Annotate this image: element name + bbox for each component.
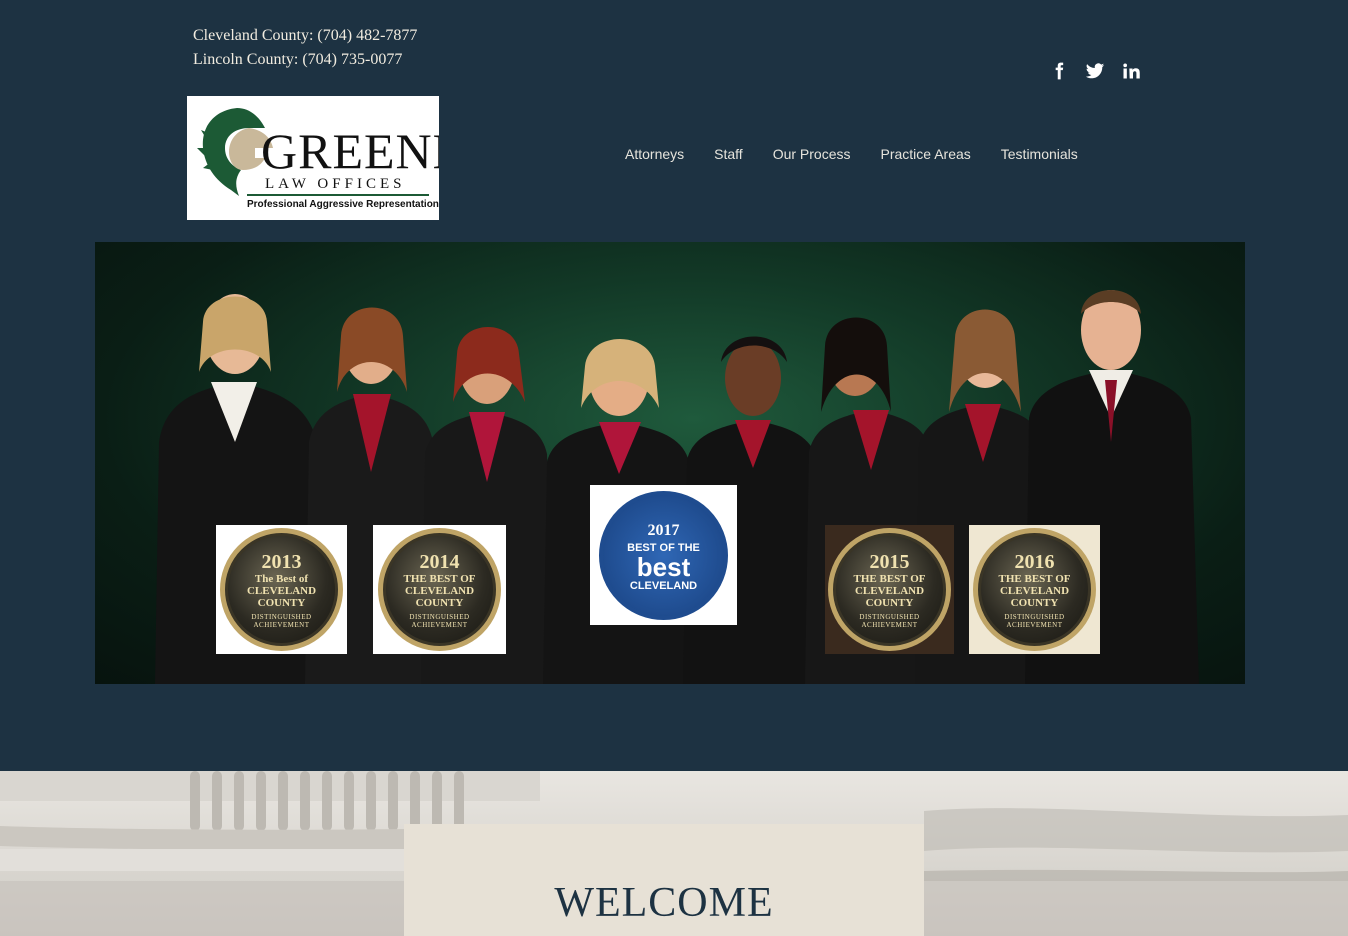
award-badge-2015: 2015 THE BEST OF CLEVELAND COUNTY DISTIN… [825,525,954,654]
social-links [1048,60,1142,82]
twitter-icon[interactable] [1084,60,1106,82]
welcome-panel: WELCOME [404,824,924,936]
logo-rule [247,194,429,196]
phone-numbers: Cleveland County: (704) 482-7877 Lincoln… [193,24,417,72]
facebook-icon[interactable] [1048,60,1070,82]
logo-tagline: Professional Aggressive Representation [247,199,439,210]
nav-testimonials[interactable]: Testimonials [986,144,1093,164]
nav-practice-areas[interactable]: Practice Areas [866,144,986,164]
logo-subtitle: LAW OFFICES [265,176,406,192]
welcome-heading: WELCOME [554,880,774,926]
logo-wordmark: GREENE [261,123,439,179]
site-logo[interactable]: GREENE LAW OFFICES Professional Aggressi… [187,96,439,220]
nav-staff[interactable]: Staff [699,144,758,164]
nav-attorneys[interactable]: Attorneys [610,144,699,164]
phone-cleveland: Cleveland County: (704) 482-7877 [193,27,418,44]
phone-lincoln: Lincoln County: (704) 735-0077 [193,51,403,68]
team-photo: 2013 The Best of CLEVELAND COUNTY DISTIN… [95,242,1245,684]
main-nav: Attorneys Staff Our Process Practice Are… [610,144,1093,164]
award-badge-2014: 2014 THE BEST OF CLEVELAND COUNTY DISTIN… [373,525,506,654]
nav-our-process[interactable]: Our Process [758,144,866,164]
award-badge-2013: 2013 The Best of CLEVELAND COUNTY DISTIN… [216,525,347,654]
linkedin-icon[interactable] [1120,60,1142,82]
award-badge-2016: 2016 THE BEST OF CLEVELAND COUNTY DISTIN… [969,525,1100,654]
award-badge-2017: 2017 BEST OF THE best CLEVELAND [590,485,737,625]
